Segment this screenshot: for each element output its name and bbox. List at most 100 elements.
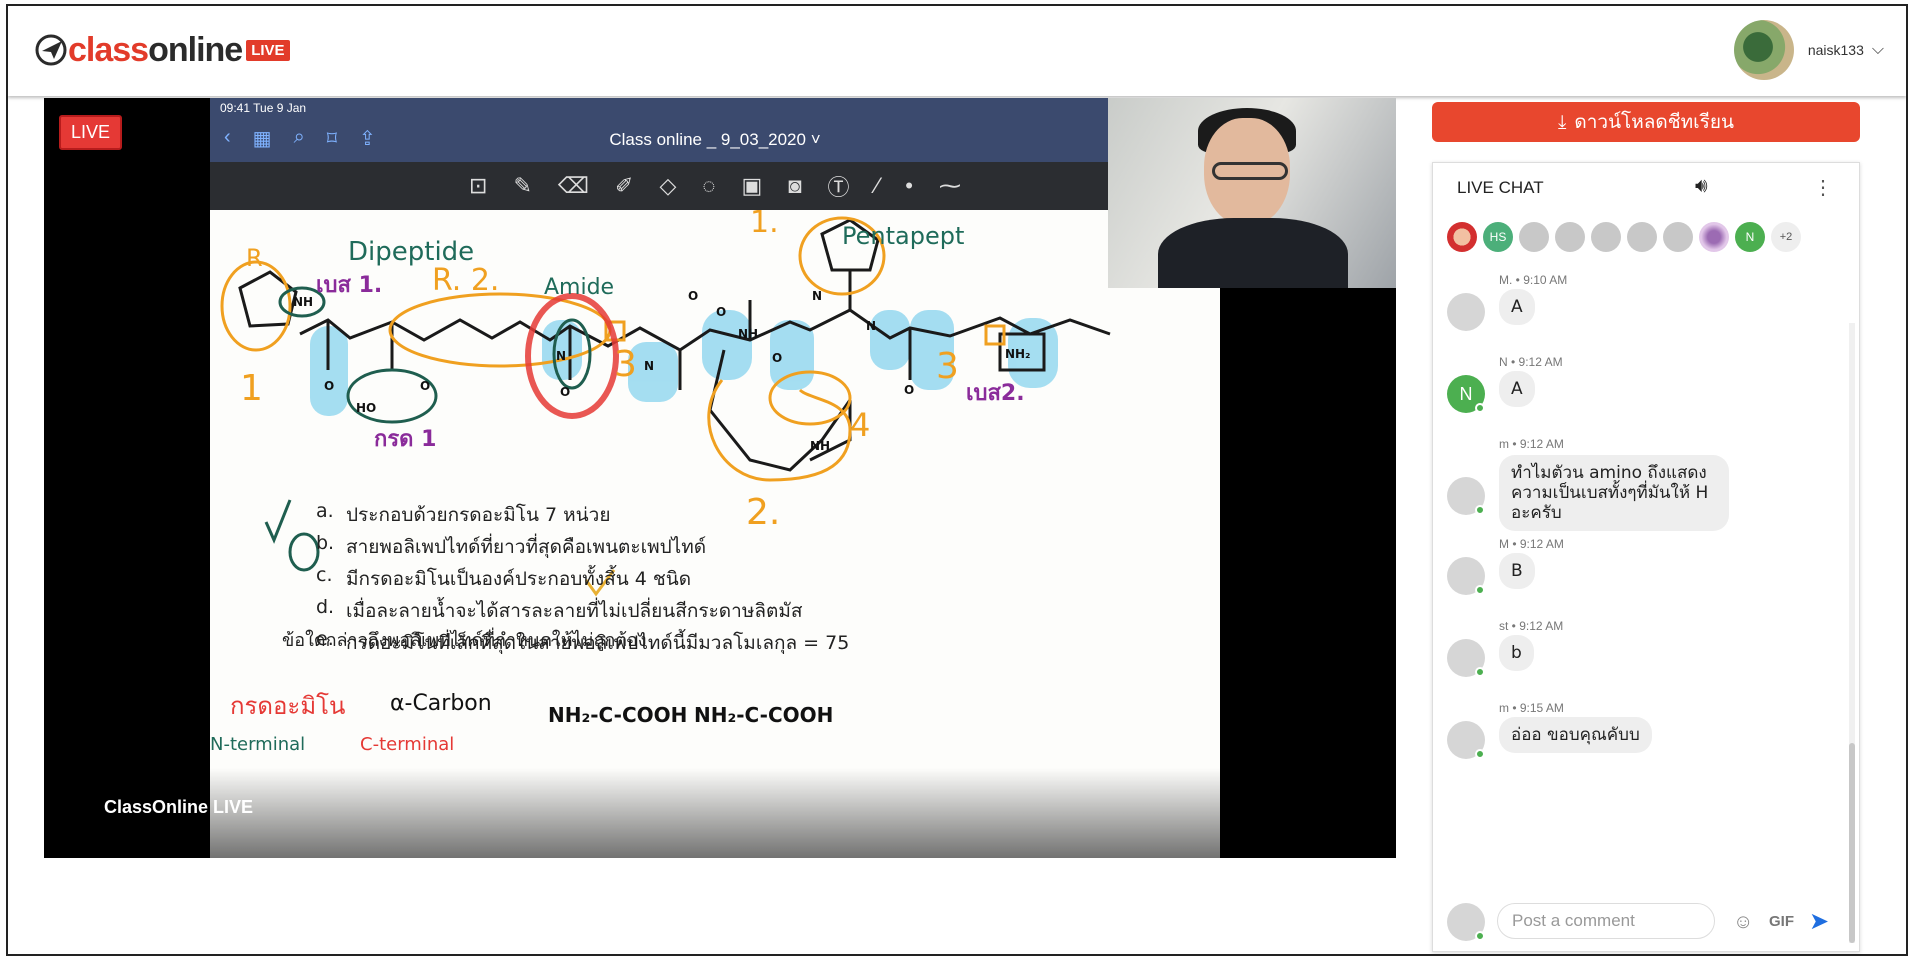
comment-input[interactable]: Post a comment (1497, 903, 1715, 939)
r2-label: R. 2. (432, 263, 499, 298)
svg-text:NH₂: NH₂ (1005, 347, 1030, 361)
ipad-status-bar: 09:41 Tue 9 Jan (210, 98, 1220, 118)
viewer-avatar[interactable] (1519, 222, 1549, 252)
amide-label: Amide (544, 275, 614, 300)
chevron-down-icon[interactable]: ⌵ (1872, 41, 1884, 59)
chat-scroll-thumb[interactable] (1849, 743, 1855, 943)
number-1: 1 (240, 368, 263, 409)
svg-text:N: N (644, 359, 654, 373)
download-icon: ⤓ (1557, 111, 1567, 133)
username[interactable]: naisk133 (1808, 42, 1864, 58)
live-badge: LIVE (59, 115, 123, 150)
message-bubble: A (1499, 289, 1535, 325)
viewer-avatar[interactable] (1663, 222, 1693, 252)
highlighter-icon: ✐ (615, 173, 634, 198)
formula-1: NH₂-C-COOH (548, 703, 687, 727)
logo-online-text: online (148, 30, 243, 69)
option-letter: c. (316, 564, 333, 586)
acid1-label: กรด 1 (374, 427, 436, 452)
option-letter: b. (316, 532, 335, 554)
viewer-avatar[interactable] (1555, 222, 1585, 252)
teacher-glasses (1212, 162, 1288, 180)
user-avatar-icon (1447, 293, 1485, 331)
option-a: a. ประกอบด้วยกรดอะมิโน 7 หน่วย (316, 500, 610, 530)
viewer-avatar[interactable] (1699, 222, 1729, 252)
viewer-avatar[interactable]: HS (1483, 222, 1513, 252)
online-indicator (1475, 667, 1485, 677)
r-label: R (246, 244, 263, 272)
paper-plane-icon (35, 34, 67, 66)
viewer-avatar[interactable] (1591, 222, 1621, 252)
download-label: ดาวน์โหลดชีทเรียน (1574, 111, 1735, 133)
message-meta: st • 9:12 AM (1499, 619, 1564, 633)
message-bubble: อ่ออ ขอบคุณคับบ (1499, 717, 1652, 753)
message-meta: M. • 9:10 AM (1499, 273, 1568, 287)
teacher-shirt (1158, 218, 1348, 288)
dot-icon: • (905, 173, 913, 198)
app-frame: class online LIVE naisk133 ⌵ LIVE 09:41 … (6, 4, 1908, 956)
user-menu[interactable]: naisk133 ⌵ (1733, 20, 1884, 80)
chat-header: LIVE CHAT 🔊︎ ⋮ (1433, 163, 1859, 213)
speaker-icon[interactable]: 🔊︎ (1695, 175, 1708, 198)
option-text: เมื่อละลายน้ำจะได้สารละลายที่ไม่เปลี่ยนส… (346, 600, 803, 622)
pentapeptide-label: Pentapept (842, 222, 964, 250)
n-terminal-label: N-terminal (210, 734, 305, 755)
chat-messages[interactable]: M. • 9:10 AM A N • 9:12 AM N A m • 9:12 … (1433, 273, 1847, 873)
document-title: Class online _ 9_03_2020 ˅ (609, 130, 821, 149)
viewer-avatar[interactable] (1447, 222, 1477, 252)
stroke-icon: ⁓ (938, 173, 961, 198)
svg-text:N: N (812, 289, 822, 303)
emoji-icon[interactable]: ☺ (1733, 911, 1753, 934)
live-chat-panel: LIVE CHAT 🔊︎ ⋮ HS N +2 M. • 9:10 AM A N … (1432, 162, 1860, 952)
base1-label: เบส 1. (316, 273, 382, 298)
more-viewers-count[interactable]: +2 (1771, 222, 1801, 252)
whiteboard-canvas: NH O HO O N O N NH N O N O NH NH₂ O O Di… (210, 210, 1220, 858)
user-avatar[interactable] (1733, 20, 1794, 80)
online-indicator (1475, 505, 1485, 515)
download-sheet-button[interactable]: ⤓ ดาวน์โหลดชีทเรียน (1432, 102, 1860, 142)
number-4: 4 (850, 406, 870, 444)
classonline-logo[interactable]: class online LIVE (34, 30, 290, 70)
svg-text:NH: NH (810, 439, 830, 453)
message-meta: m • 9:12 AM (1499, 437, 1564, 451)
message-bubble: B (1499, 553, 1535, 589)
option-text: มีกรดอะมิโนเป็นองค์ประกอบทั้งสิ้น 4 ชนิด (346, 568, 692, 590)
number-1-top: 1. (750, 210, 779, 240)
viewer-avatar[interactable] (1627, 222, 1657, 252)
teacher-webcam (1108, 98, 1396, 288)
text-icon: Ⓣ (827, 175, 850, 200)
number-2: 2. (746, 492, 780, 533)
online-indicator (1475, 749, 1485, 759)
logo-live-badge: LIVE (246, 39, 290, 61)
message-meta: N • 9:12 AM (1499, 355, 1563, 369)
viewer-avatar[interactable]: N (1735, 222, 1765, 252)
pen-icon: ✎ (513, 173, 532, 198)
send-icon[interactable]: ➤ (1809, 907, 1829, 936)
ipad-nav-bar: ‹ ▦ ⌕ ⌑ ⇪ Class online _ 9_03_2020 ˅ ↶ ↷ (210, 118, 1220, 162)
online-indicator (1475, 931, 1485, 941)
message-bubble: b (1499, 635, 1534, 671)
svg-text:NH: NH (738, 327, 758, 341)
more-vertical-icon[interactable]: ⋮ (1813, 175, 1833, 200)
gif-button[interactable]: GIF (1769, 913, 1794, 930)
chat-input-row: Post a comment ☺ GIF ➤ (1447, 901, 1847, 941)
alpha-carbon-label: α-Carbon (390, 691, 492, 716)
svg-text:O: O (420, 379, 430, 393)
message-meta: M • 9:12 AM (1499, 537, 1564, 551)
live-video-player[interactable]: LIVE 09:41 Tue 9 Jan ‹ ▦ ⌕ ⌑ ⇪ Class onl… (44, 98, 1396, 858)
ipad-toolbar: ⊡ ✎ ⌫ ✐ ◇ ◌ ▣ ◙ Ⓣ ⁄ • ⁓ (210, 162, 1220, 210)
option-text: สายพอลิเพปไทด์ที่ยาวที่สุดคือเพนตะเพปไทด… (346, 536, 707, 558)
option-text: ประกอบด้วยกรดอะมิโน 7 หน่วย (346, 504, 611, 526)
number-3-left: 3 (614, 344, 637, 385)
option-text: กรดอะมิโนที่เล็กที่สุดในสายพอลิเพปไทด์นี… (346, 632, 850, 654)
chat-title: LIVE CHAT (1457, 178, 1544, 197)
svg-text:N: N (866, 319, 876, 333)
message-bubble: ทำไมตัวน amino ถึงแสดงความเป็นเบสทั้งๆที… (1499, 455, 1729, 531)
logo-class-text: class (68, 30, 149, 69)
option-c: c. มีกรดอะมิโนเป็นองค์ประกอบทั้งสิ้น 4 ช… (316, 564, 691, 594)
image-icon: ▣ (741, 173, 763, 198)
svg-text:HO: HO (356, 401, 376, 415)
lasso-icon: ◌ (702, 173, 716, 198)
online-indicator (1475, 403, 1485, 413)
svg-text:O: O (772, 351, 782, 365)
